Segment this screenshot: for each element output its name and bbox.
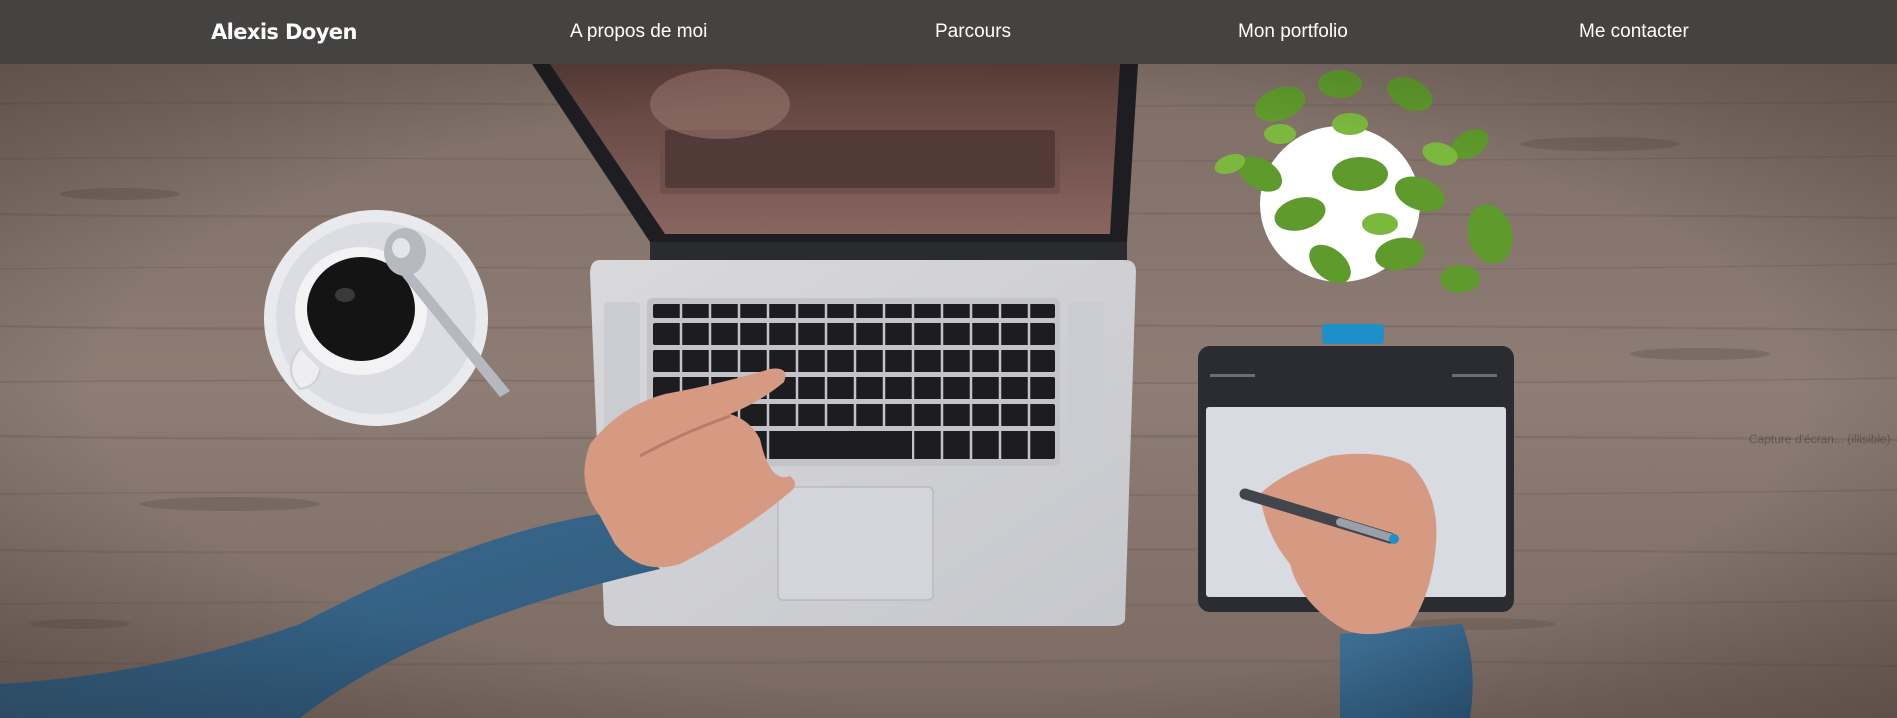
nav-link-contact[interactable]: Me contacter — [1579, 0, 1689, 64]
nav-link-about[interactable]: A propos de moi — [570, 0, 707, 64]
nav-link-portfolio[interactable]: Mon portfolio — [1238, 0, 1348, 64]
top-navbar: Alexis Doyen A propos de moi Parcours Mo… — [0, 0, 1897, 64]
hero-banner: Capture d'écran... (illisible) — [0, 64, 1897, 718]
desk-workspace-photo — [0, 64, 1897, 718]
site-brand[interactable]: Alexis Doyen — [211, 0, 357, 64]
photo-credit: Capture d'écran... (illisible) — [1748, 432, 1892, 446]
nav-link-career[interactable]: Parcours — [935, 0, 1011, 64]
